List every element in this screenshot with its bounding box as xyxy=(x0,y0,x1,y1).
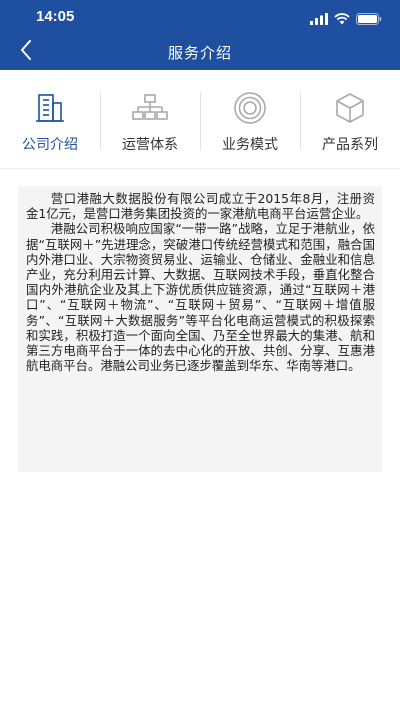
cube-icon xyxy=(333,90,367,126)
status-bar: 14:05 xyxy=(0,0,400,34)
tab-bar: 公司介绍 运营体系 业务模式 产品系列 xyxy=(0,82,400,162)
tab-label: 产品系列 xyxy=(322,137,378,153)
tab-company-intro[interactable]: 公司介绍 xyxy=(0,82,100,162)
target-rings-icon xyxy=(232,90,268,126)
company-intro-content: 营口港融大数据股份有限公司成立于2015年8月，注册资金1亿元，是营口港务集团投… xyxy=(18,186,382,472)
nav-bar: 服务介绍 xyxy=(0,34,400,70)
tab-product-series[interactable]: 产品系列 xyxy=(300,82,400,162)
status-time: 14:05 xyxy=(36,8,75,25)
status-icons xyxy=(310,10,382,29)
wifi-icon xyxy=(334,10,350,29)
page-title: 服务介绍 xyxy=(167,44,232,62)
tab-operation-system[interactable]: 运营体系 xyxy=(100,82,200,162)
tab-label: 运营体系 xyxy=(122,137,178,153)
battery-icon xyxy=(356,10,382,29)
org-chart-icon xyxy=(132,90,168,126)
signal-icon xyxy=(310,10,328,29)
intro-paragraph: 营口港融大数据股份有限公司成立于2015年8月，注册资金1亿元，是营口港务集团投… xyxy=(26,191,375,222)
home-indicator-area xyxy=(0,691,400,711)
tab-label: 公司介绍 xyxy=(22,137,78,153)
divider xyxy=(0,168,400,169)
building-icon xyxy=(33,90,67,126)
tab-business-model[interactable]: 业务模式 xyxy=(200,82,300,162)
tab-label: 业务模式 xyxy=(222,137,278,153)
intro-paragraph: 港融公司积极响应国家“一带一路”战略，立足于港航业，依据“互联网＋”先进理念，突… xyxy=(26,221,375,374)
